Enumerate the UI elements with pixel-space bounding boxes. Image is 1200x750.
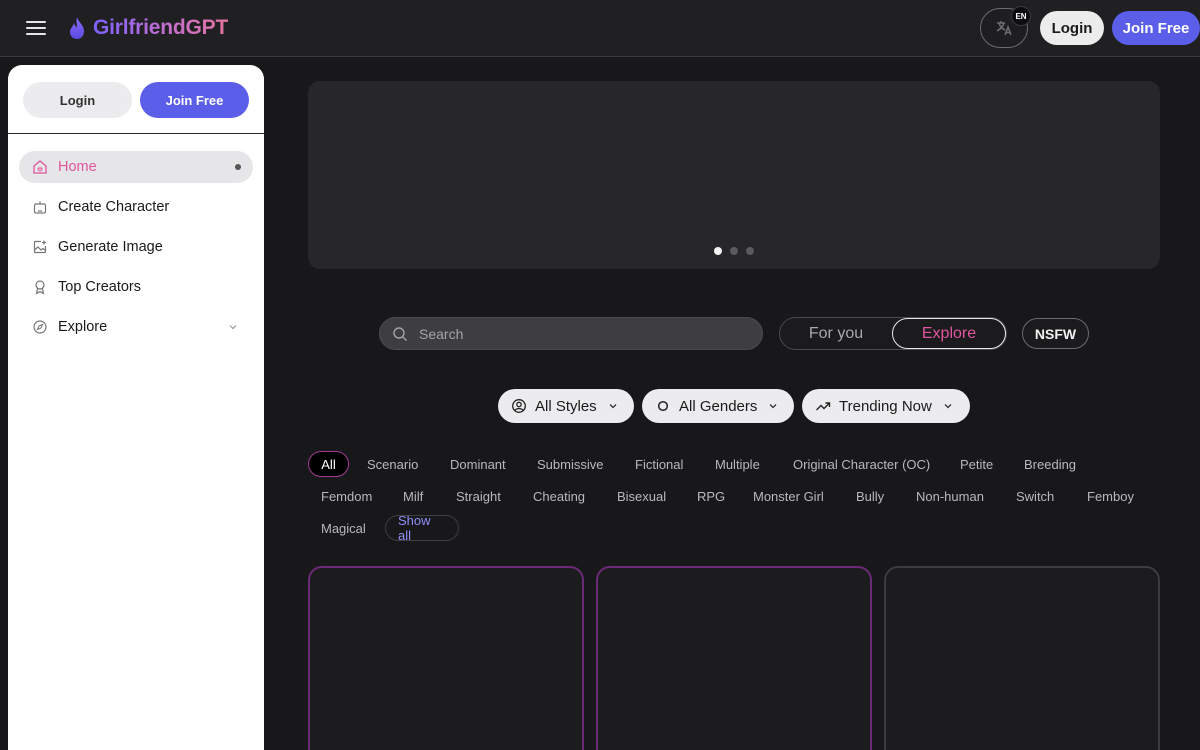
tag-chip[interactable]: Multiple — [703, 451, 772, 477]
search-bar[interactable] — [379, 317, 763, 350]
tag-chip[interactable]: Magical — [309, 515, 378, 541]
tag-chip[interactable]: Femboy — [1075, 483, 1146, 509]
tag-chip[interactable]: All — [308, 451, 349, 477]
styles-dropdown[interactable]: All Styles — [498, 389, 634, 423]
user-circle-icon — [512, 399, 526, 413]
character-card[interactable] — [884, 566, 1160, 750]
explore-tab[interactable]: Explore — [892, 318, 1006, 349]
logo-text: GirlfriendGPT — [93, 16, 229, 39]
image-plus-icon — [32, 239, 48, 255]
header-login-button[interactable]: Login — [1040, 11, 1104, 45]
chevron-down-icon — [229, 325, 237, 330]
flame-icon — [70, 17, 84, 39]
sort-dropdown-label: Trending Now — [839, 397, 932, 415]
tag-chip[interactable]: Cheating — [521, 483, 597, 509]
tag-chip[interactable]: Original Character (OC) — [781, 451, 942, 477]
sidebar-item-home[interactable]: Home — [19, 151, 253, 183]
translate-icon — [996, 21, 1012, 36]
genders-dropdown-label: All Genders — [679, 397, 758, 415]
tag-chip[interactable]: Dominant — [438, 451, 518, 477]
tag-chip[interactable]: Monster Girl — [741, 483, 836, 509]
tag-chip[interactable]: Bisexual — [605, 483, 678, 509]
menu-icon[interactable] — [26, 18, 46, 38]
search-input[interactable] — [419, 325, 739, 342]
carousel-dot-3[interactable] — [746, 247, 754, 255]
sidebar-item-label: Top Creators — [58, 279, 142, 295]
character-card[interactable] — [596, 566, 872, 750]
tag-chip[interactable]: Breeding — [1012, 451, 1088, 477]
tag-chip[interactable]: Submissive — [525, 451, 615, 477]
feed-toggle: For you Explore — [779, 317, 1007, 350]
home-icon — [32, 159, 48, 175]
search-icon — [393, 326, 407, 341]
sidebar-login-button[interactable]: Login — [23, 82, 132, 118]
sidebar-item-label: Create Character — [58, 199, 170, 215]
tag-chip[interactable]: Milf — [391, 483, 435, 509]
logo[interactable]: GirlfriendGPT — [66, 14, 228, 42]
show-all-tags-button[interactable]: Show all — [385, 513, 459, 543]
tag-chip[interactable]: Bully — [844, 483, 896, 509]
tag-chip[interactable]: Fictional — [623, 451, 695, 477]
tag-chip[interactable]: Petite — [948, 451, 1005, 477]
chevron-down-icon — [944, 404, 952, 409]
carousel-dot-1[interactable] — [714, 247, 722, 255]
compass-icon — [32, 319, 48, 335]
for-you-tab[interactable]: For you — [780, 318, 892, 349]
chevron-down-icon — [609, 404, 617, 409]
carousel-dots — [308, 247, 1160, 255]
robot-icon — [32, 199, 48, 215]
chevron-down-icon — [769, 404, 777, 409]
circle-icon — [657, 400, 669, 412]
tag-chip[interactable]: Switch — [1004, 483, 1066, 509]
sidebar-item-top-creators[interactable]: Top Creators — [19, 271, 253, 303]
tag-chip[interactable]: Non-human — [904, 483, 996, 509]
header-join-button[interactable]: Join Free — [1112, 11, 1200, 45]
top-header: GirlfriendGPT EN Login Join Free — [0, 0, 1200, 57]
styles-dropdown-label: All Styles — [535, 397, 597, 415]
tag-chip[interactable]: RPG — [685, 483, 737, 509]
sidebar-item-explore[interactable]: Explore — [19, 311, 253, 343]
genders-dropdown[interactable]: All Genders — [642, 389, 794, 423]
sidebar-divider — [8, 133, 264, 134]
sidebar-item-label: Home — [58, 159, 97, 175]
language-badge: EN — [1011, 6, 1031, 26]
sidebar: Login Join Free Home Create Character Ge… — [8, 65, 264, 750]
sidebar-item-label: Generate Image — [58, 239, 163, 255]
character-card[interactable] — [308, 566, 584, 750]
sidebar-item-generate-image[interactable]: Generate Image — [19, 231, 253, 263]
tag-chip[interactable]: Femdom — [309, 483, 384, 509]
active-indicator — [235, 164, 241, 170]
carousel-dot-2[interactable] — [730, 247, 738, 255]
trending-up-icon — [816, 402, 831, 411]
banner-carousel[interactable] — [308, 81, 1160, 269]
sidebar-join-button[interactable]: Join Free — [140, 82, 249, 118]
tag-chip[interactable]: Scenario — [355, 451, 430, 477]
sidebar-item-create-character[interactable]: Create Character — [19, 191, 253, 223]
tag-chip[interactable]: Straight — [444, 483, 513, 509]
sidebar-item-label: Explore — [58, 319, 108, 335]
nsfw-toggle[interactable]: NSFW — [1022, 318, 1089, 349]
sort-dropdown[interactable]: Trending Now — [802, 389, 970, 423]
award-icon — [32, 279, 48, 295]
